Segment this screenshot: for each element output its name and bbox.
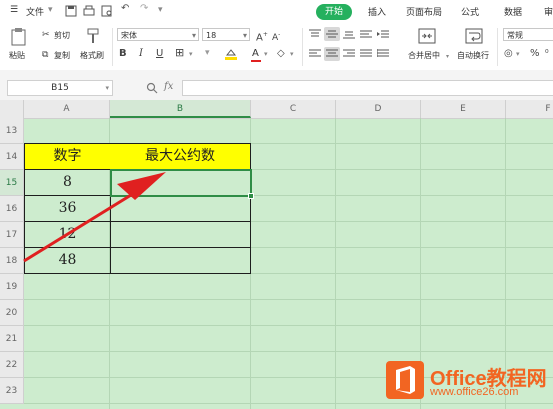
tab-start[interactable]: 开始: [316, 4, 352, 20]
hamburger-icon[interactable]: ☰: [10, 5, 18, 15]
align-right-icon[interactable]: [343, 49, 355, 59]
name-box-value: B15: [51, 83, 69, 93]
ribbon-divider: [497, 28, 498, 66]
name-box[interactable]: B15 ▾: [7, 80, 113, 96]
ribbon-divider: [112, 28, 113, 66]
tab-page-layout[interactable]: 页面布局: [406, 5, 442, 18]
office-logo-mark: [396, 366, 415, 394]
chevron-down-icon: ▾: [105, 84, 109, 92]
eraser-icon[interactable]: ◇: [277, 48, 285, 60]
increase-font-icon[interactable]: A+: [256, 29, 268, 44]
tab-formulas[interactable]: 公式: [461, 5, 479, 18]
chevron-down-icon: ▾: [191, 31, 196, 40]
paste-button[interactable]: 粘贴: [9, 50, 25, 61]
merge-center-icon[interactable]: [418, 28, 436, 44]
borders-icon[interactable]: ⊞: [175, 47, 184, 59]
redo-icon[interactable]: ↷: [140, 3, 148, 14]
ribbon: 粘贴 ✂ 剪切 ⧉ 复制 格式刷 宋体 ▾ 18 ▾ A+ A- B I U ⊞…: [0, 24, 553, 71]
number-format-select[interactable]: 常规: [503, 28, 553, 41]
tab-data[interactable]: 数据: [504, 5, 522, 18]
chevron-down-icon: ▾: [242, 31, 247, 40]
chevron-down-icon[interactable]: ▾: [516, 48, 520, 60]
print-icon[interactable]: [82, 4, 96, 18]
copy-button[interactable]: 复制: [54, 50, 70, 61]
zoom-icon[interactable]: [146, 82, 158, 94]
font-name-value: 宋体: [121, 31, 137, 40]
font-color-swatch: [251, 60, 261, 62]
font-name-select[interactable]: 宋体 ▾: [117, 28, 199, 41]
justify-icon[interactable]: [360, 49, 372, 59]
font-color-icon[interactable]: A: [252, 48, 259, 60]
underline-icon[interactable]: U: [156, 48, 163, 60]
fill-color-chevron-icon[interactable]: ▾: [205, 47, 210, 59]
cut-button[interactable]: 剪切: [54, 30, 70, 41]
chevron-down-icon[interactable]: ▾: [48, 5, 53, 15]
align-middle-icon[interactable]: [326, 29, 338, 39]
wrap-text-button[interactable]: 自动换行: [457, 50, 489, 61]
align-top-icon[interactable]: [309, 29, 321, 39]
format-painter-icon[interactable]: [86, 27, 100, 45]
align-bottom-icon[interactable]: [343, 29, 355, 39]
italic-icon[interactable]: I: [139, 48, 143, 60]
fx-icon[interactable]: fx: [164, 81, 173, 92]
formula-input[interactable]: [182, 80, 553, 96]
number-format-value: 常规: [507, 31, 523, 40]
currency-icon[interactable]: ◎: [504, 48, 513, 60]
percent-button[interactable]: %: [530, 48, 540, 60]
decrease-font-icon[interactable]: A-: [272, 29, 280, 44]
distributed-icon[interactable]: [377, 49, 389, 59]
text-direction-icon[interactable]: [360, 29, 372, 39]
office-logo-icon: [386, 361, 424, 399]
wrap-text-icon[interactable]: [465, 28, 483, 44]
indent-icon[interactable]: [377, 29, 389, 39]
arrow-head: [117, 172, 166, 200]
chevron-down-icon[interactable]: ▾: [290, 48, 294, 60]
scissors-icon[interactable]: ✂: [42, 29, 50, 41]
chevron-down-icon[interactable]: ▾: [264, 48, 268, 60]
tab-insert[interactable]: 插入: [368, 5, 386, 18]
paste-icon[interactable]: [10, 27, 28, 47]
watermark-url: www.office26.com: [430, 386, 519, 398]
chevron-down-icon[interactable]: ▾: [189, 48, 193, 60]
align-center-icon[interactable]: [326, 49, 338, 59]
merge-center-button[interactable]: 合并居中: [408, 50, 440, 61]
arrow-shaft: [23, 193, 132, 263]
copy-icon[interactable]: ⧉: [42, 49, 48, 61]
font-size-value: 18: [206, 31, 217, 40]
menu-bar: ☰ 文件 ▾ ↶ ↷ ▾ 开始 插入 页面布局 公式 数据 审阅: [0, 0, 553, 24]
bold-icon[interactable]: B: [119, 48, 127, 60]
undo-icon[interactable]: ↶: [121, 3, 129, 14]
fill-color-icon[interactable]: [224, 47, 238, 61]
chevron-down-icon[interactable]: ▾: [446, 51, 449, 63]
save-icon[interactable]: [64, 4, 78, 18]
align-left-icon[interactable]: [309, 49, 321, 59]
print-preview-icon[interactable]: [100, 4, 114, 18]
format-painter-button[interactable]: 格式刷: [80, 50, 104, 61]
font-size-select[interactable]: 18 ▾: [202, 28, 250, 41]
tab-review[interactable]: 审阅: [544, 5, 553, 18]
more-chevron-icon[interactable]: ▾: [158, 5, 163, 15]
comma-style-icon[interactable]: ⁰: [545, 48, 549, 60]
ribbon-divider: [302, 28, 303, 66]
file-menu[interactable]: 文件: [26, 5, 44, 18]
